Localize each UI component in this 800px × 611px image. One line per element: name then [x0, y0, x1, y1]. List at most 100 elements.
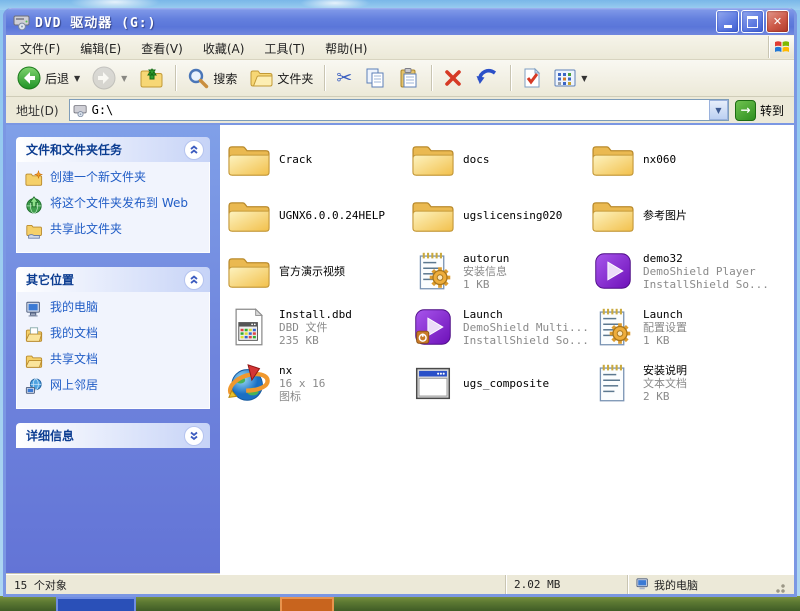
undo-button[interactable]	[470, 64, 504, 92]
cut-icon: ✂	[336, 66, 353, 89]
file-item[interactable]: nx060	[590, 133, 794, 185]
folder-icon	[590, 136, 636, 182]
file-item[interactable]: ugslicensing020	[410, 189, 590, 241]
address-input[interactable]: G:\	[92, 103, 709, 117]
file-item[interactable]: docs	[410, 133, 590, 185]
file-item-detail: DemoShield Multi...	[463, 320, 589, 334]
file-item[interactable]: 官方演示视频	[226, 245, 410, 297]
task-link[interactable]: 我的文档	[25, 326, 201, 344]
my-documents-icon	[25, 326, 43, 344]
file-item[interactable]: ugs_composite	[410, 357, 590, 409]
file-item-name: nx	[279, 363, 293, 377]
chevron-up-icon[interactable]	[184, 139, 204, 160]
forward-dropdown[interactable]: ▼	[121, 74, 127, 83]
menu-item[interactable]: 编辑(E)	[70, 39, 131, 59]
status-object-count: 15 个对象	[14, 578, 67, 592]
file-list-pane[interactable]: Crack docs nx060 UGNX6.0.0.24HELP ugslicensi…	[220, 125, 794, 574]
folder-icon	[410, 192, 456, 238]
sync-check-button[interactable]	[517, 64, 547, 92]
paste-button[interactable]	[393, 64, 425, 92]
task-link-label: 网上邻居	[50, 378, 99, 392]
dvd-drive-icon	[13, 14, 31, 30]
file-item-detail: 安装信息	[463, 264, 507, 278]
back-dropdown[interactable]: ▼	[74, 74, 80, 83]
folder-icon	[590, 192, 636, 238]
file-item[interactable]: Launch 配置设置 1 KB	[590, 301, 794, 353]
status-size: 2.02 MB	[505, 575, 627, 594]
maximize-button[interactable]	[741, 10, 764, 33]
file-item-name: demo32	[643, 251, 683, 265]
task-panel: 文件和文件夹任务创建一个新文件夹将这个文件夹发布到 Web 共享此文件夹	[16, 137, 210, 253]
task-link[interactable]: 将这个文件夹发布到 Web	[25, 196, 201, 214]
views-button[interactable]: ▼	[549, 65, 592, 91]
task-link[interactable]: 我的电脑	[25, 300, 201, 318]
chevron-down-icon[interactable]	[184, 425, 204, 446]
menu-item[interactable]: 帮助(H)	[315, 39, 377, 59]
file-item-detail: 文本文档	[643, 376, 687, 390]
window-file-icon	[410, 360, 456, 406]
file-item[interactable]: Install.dbd DBD 文件 235 KB	[226, 301, 410, 353]
cut-button[interactable]: ✂	[331, 66, 357, 91]
file-item-name: 官方演示视频	[279, 264, 345, 278]
task-link[interactable]: 创建一个新文件夹	[25, 170, 201, 188]
menu-item[interactable]: 查看(V)	[131, 39, 193, 59]
panel-header[interactable]: 详细信息	[16, 423, 210, 448]
status-bar: 15 个对象 2.02 MB 我的电脑	[6, 574, 794, 594]
file-item[interactable]: demo32 DemoShield Player InstallShield So.…	[590, 245, 794, 297]
back-button[interactable]: 后退 ▼	[12, 63, 85, 93]
file-item-name: Launch	[463, 307, 503, 321]
forward-button[interactable]: ▼	[87, 63, 132, 93]
file-item-name: Launch	[643, 307, 683, 321]
config-icon	[410, 248, 456, 294]
menu-item[interactable]: 收藏(A)	[193, 39, 255, 59]
file-item[interactable]: nx 16 x 16 图标	[226, 357, 410, 409]
title-bar[interactable]: DVD 驱动器 (G:) ✕	[6, 8, 794, 35]
file-item[interactable]: UGNX6.0.0.24HELP	[226, 189, 410, 241]
file-item-detail: 235 KB	[279, 333, 319, 347]
go-button[interactable]: → 转到	[733, 99, 790, 121]
back-icon	[17, 66, 41, 90]
search-button[interactable]: 搜索	[182, 64, 242, 92]
menu-bar: 文件(F) 编辑(E) 查看(V) 收藏(A) 工具(T) 帮助(H)	[6, 35, 794, 60]
demoshield-power-icon	[410, 304, 456, 350]
file-item[interactable]: Launch DemoShield Multi... InstallShield S…	[410, 301, 590, 353]
panel-title: 其它位置	[26, 273, 75, 287]
task-link[interactable]: 共享此文件夹	[25, 222, 201, 240]
undo-icon	[476, 69, 497, 84]
panel-header[interactable]: 其它位置	[16, 267, 210, 292]
folder-icon	[226, 136, 272, 182]
task-link-label: 创建一个新文件夹	[50, 170, 147, 184]
delete-button[interactable]	[438, 65, 468, 91]
address-dropdown[interactable]: ▼	[708, 100, 728, 120]
task-link[interactable]: 共享文档	[25, 352, 201, 370]
file-item[interactable]: Crack	[226, 133, 410, 185]
address-bar: 地址(D) G:\ ▼ → 转到	[6, 97, 794, 125]
views-dropdown[interactable]: ▼	[581, 74, 587, 83]
copy-button[interactable]	[359, 64, 391, 92]
minimize-button[interactable]	[716, 10, 739, 33]
menu-item[interactable]: 文件(F)	[10, 39, 70, 59]
my-computer-icon	[636, 578, 648, 590]
nx-icon-icon	[226, 360, 272, 406]
task-link-label: 我的文档	[50, 326, 99, 340]
folders-button[interactable]: 文件夹	[244, 64, 318, 92]
folder-up-icon	[140, 68, 163, 88]
panel-body: 创建一个新文件夹将这个文件夹发布到 Web 共享此文件夹	[16, 162, 210, 253]
new-folder-icon	[25, 170, 43, 188]
task-link[interactable]: 网上邻居	[25, 378, 201, 396]
address-combo[interactable]: G:\ ▼	[68, 99, 729, 121]
file-item-name: ugslicensing020	[463, 208, 563, 222]
menu-item[interactable]: 工具(T)	[254, 39, 315, 59]
file-item[interactable]: 参考图片	[590, 189, 794, 241]
up-button[interactable]	[134, 63, 169, 93]
network-icon	[25, 378, 43, 396]
close-button[interactable]: ✕	[766, 10, 789, 33]
resize-grip[interactable]	[772, 580, 786, 594]
chevron-up-icon[interactable]	[184, 269, 204, 290]
panel-header[interactable]: 文件和文件夹任务	[16, 137, 210, 162]
file-item-detail: 图标	[279, 389, 301, 403]
file-item[interactable]: autorun 安装信息 1 KB	[410, 245, 590, 297]
address-label: 地址(D)	[16, 103, 59, 118]
file-item[interactable]: 安装说明 文本文档 2 KB	[590, 357, 794, 409]
task-panel: 其它位置我的电脑我的文档共享文档网上邻居	[16, 267, 210, 409]
